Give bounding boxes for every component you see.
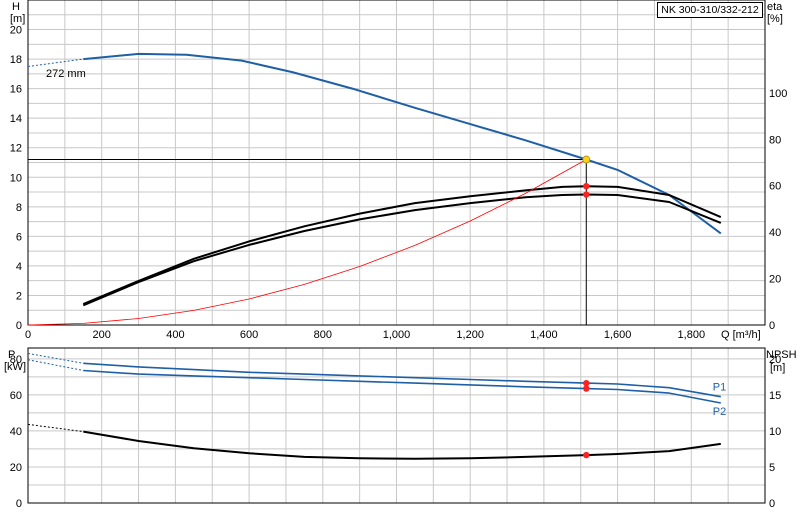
series-extension-head	[27, 58, 84, 67]
eta-axis-tick-label: 20	[769, 274, 781, 286]
h-axis-tick-label: 2	[16, 290, 22, 302]
series-label-P1: P1	[713, 382, 726, 394]
q-axis-tick-label: 1,400	[530, 329, 558, 341]
eta-axis-tick-label: 40	[769, 227, 781, 239]
eta-axis-unit: [%]	[767, 13, 783, 25]
eta-axis-tick-label: 100	[769, 88, 787, 100]
eta-duty-marker	[583, 191, 590, 198]
p-axis-tick-label: 60	[10, 390, 22, 402]
eta-axis-title: eta	[767, 1, 783, 13]
q-axis-tick-label: 1,800	[678, 329, 706, 341]
p-axis-tick-label: 40	[10, 426, 22, 438]
h-axis-tick-label: 0	[16, 320, 22, 332]
eta-duty-marker	[583, 182, 590, 190]
h-axis-tick-label: 14	[10, 113, 22, 125]
h-axis-unit: [m]	[10, 13, 25, 25]
npsh-axis-tick-label: 0	[769, 498, 775, 510]
h-axis-title: H	[12, 1, 20, 13]
h-axis-tick-label: 4	[16, 261, 22, 273]
q-axis-tick-label: 1,200	[456, 329, 484, 341]
pump-model-label: NK 300-310/332-212	[657, 2, 763, 18]
npsh-axis-title: NPSH	[766, 349, 797, 361]
h-axis-tick-label: 16	[10, 84, 22, 96]
top-chart-series	[27, 52, 722, 326]
series-line-P1	[83, 362, 721, 398]
top-chart-grid	[27, 0, 766, 326]
chart-labels: 024681012141618200204060801000 200 400 600 8…	[4, 1, 797, 510]
eta-axis-tick-label: 60	[769, 181, 781, 193]
npsh-axis-tick-label: 10	[769, 426, 781, 438]
bottom-chart-grid	[27, 347, 766, 504]
bottom-duty-marker	[583, 385, 590, 392]
npsh-axis-unit: [m]	[770, 362, 785, 374]
eta-axis-tick-label: 80	[769, 134, 781, 146]
series-extension-P2	[27, 359, 84, 371]
npsh-axis-tick-label: 15	[769, 390, 781, 402]
impeller-diameter-label: 272 mm	[46, 68, 86, 80]
p-axis-tick-label: 20	[10, 462, 22, 474]
series-line-npsh	[83, 430, 721, 460]
h-axis-tick-label: 20	[10, 25, 22, 37]
h-axis-tick-label: 10	[10, 172, 22, 184]
q-axis-label: Q [m³/h]	[721, 329, 761, 341]
h-axis-tick-label: 12	[10, 143, 22, 155]
series-line-system_curve	[27, 159, 587, 326]
h-axis-tick-label: 8	[16, 202, 22, 214]
q-axis-tick-label: 1,600	[604, 329, 632, 341]
h-axis-tick-label: 6	[16, 231, 22, 243]
p-axis-unit: [kW]	[4, 361, 26, 373]
q-axis-tick-label: 0	[25, 329, 31, 341]
bottom-chart-series	[27, 352, 721, 460]
q-axis-tick-label: 800	[314, 329, 332, 341]
bottom-duty-marker	[583, 451, 590, 459]
q-axis-tick-label: 600	[240, 329, 258, 341]
p-axis-tick-label: 0	[16, 498, 22, 510]
h-axis-tick-label: 18	[10, 54, 22, 66]
q-axis-tick-label: 400	[166, 329, 184, 341]
series-line-eta_upper	[82, 185, 722, 306]
series-line-P2	[83, 369, 721, 404]
pump-performance-chart: 024681012141618200204060801000 200 400 600 8…	[4, 0, 797, 510]
npsh-axis-tick-label: 5	[769, 462, 775, 474]
eta-axis-tick-label: 0	[769, 320, 775, 332]
duty-point-marker	[582, 155, 591, 164]
q-axis-tick-label: 1,000	[383, 329, 411, 341]
p-axis-title: P	[8, 349, 15, 361]
series-label-P2: P2	[713, 406, 726, 418]
q-axis-tick-label: 200	[93, 329, 111, 341]
